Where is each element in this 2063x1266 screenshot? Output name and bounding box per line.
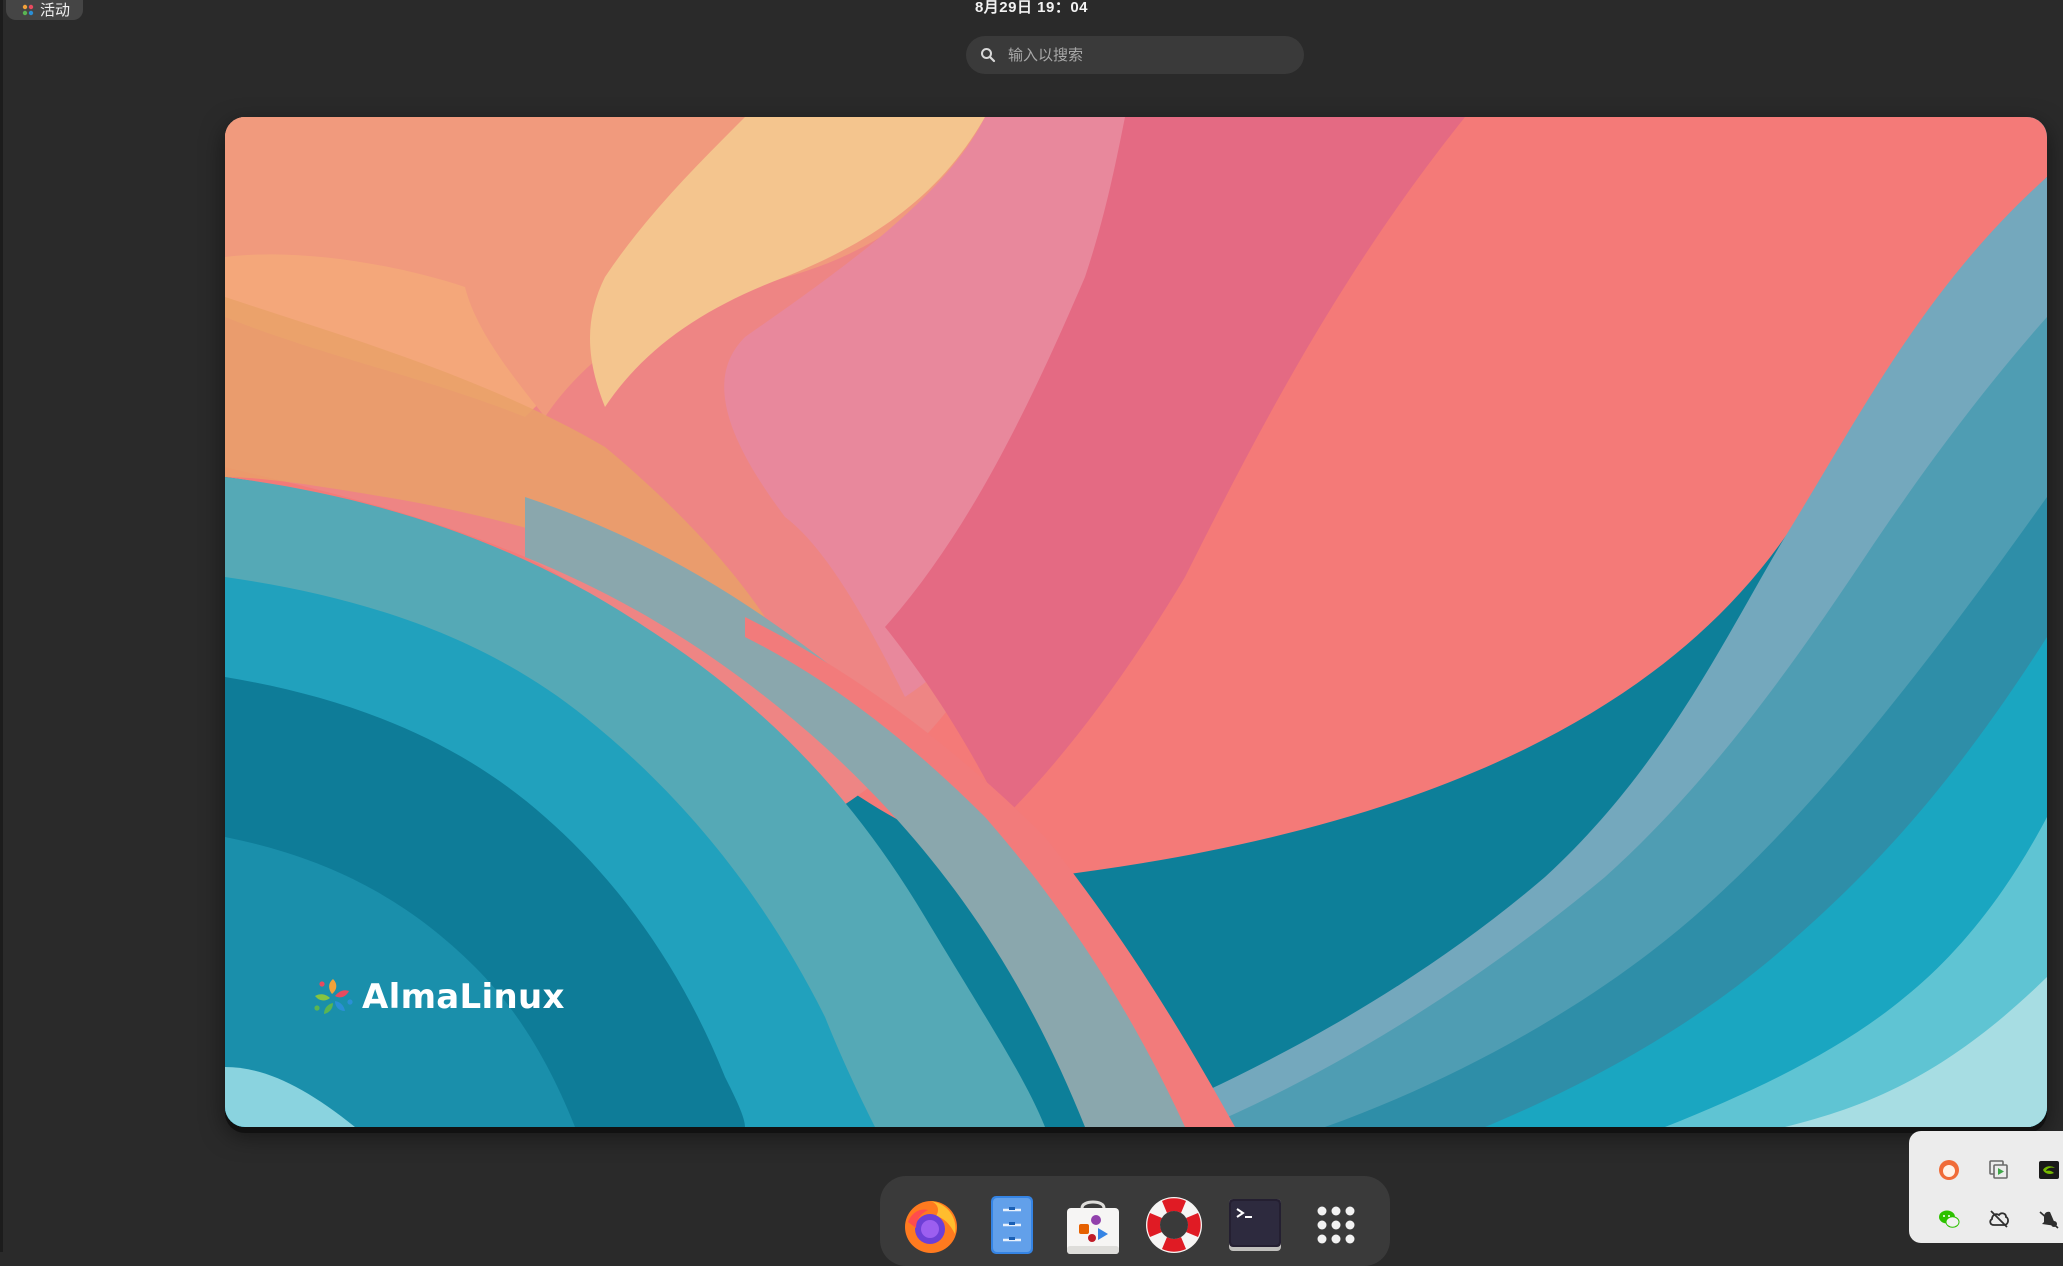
screen-edge [0, 0, 3, 1252]
cat-icon [1939, 1160, 1959, 1180]
top-bar: 活动 8月29日 19：04 [0, 0, 2063, 20]
workspace-thumbnail[interactable]: AlmaLinux [225, 117, 2047, 1127]
search-icon [981, 48, 996, 63]
dash-item-show-applications[interactable] [1305, 1194, 1367, 1256]
cloud-off-icon [1989, 1210, 2009, 1228]
help-lifebuoy-icon [1146, 1197, 1202, 1253]
tray-item-nvidia[interactable] [2037, 1158, 2061, 1182]
app-grid-icon [1317, 1206, 1355, 1244]
software-center-icon [1067, 1200, 1119, 1254]
dash-item-software[interactable] [1062, 1194, 1124, 1256]
files-icon [991, 1196, 1033, 1254]
search-box[interactable] [966, 36, 1304, 74]
nvidia-icon [2039, 1161, 2059, 1179]
dash-item-terminal[interactable] [1224, 1194, 1286, 1256]
clock[interactable]: 8月29日 19：04 [0, 0, 2063, 18]
almalinux-logo-icon [314, 979, 353, 1014]
tray-item-notifications[interactable] [2037, 1207, 2061, 1231]
almalinux-brand: AlmaLinux [310, 974, 565, 1020]
terminal-icon [1229, 1199, 1281, 1251]
firefox-icon [905, 1201, 957, 1253]
notification-mute-icon [2039, 1211, 2059, 1229]
dash-item-help[interactable] [1143, 1194, 1205, 1256]
copy-play-icon [1989, 1160, 2008, 1179]
tray-item-cloud[interactable] [1987, 1207, 2011, 1231]
system-tray-popup [1909, 1131, 2063, 1243]
dash-item-files[interactable] [981, 1194, 1043, 1256]
tray-item-copy-play[interactable] [1987, 1158, 2011, 1182]
search-input[interactable] [1006, 45, 1280, 65]
tray-item-wechat[interactable] [1937, 1207, 1961, 1231]
dash-item-firefox[interactable] [900, 1194, 962, 1256]
brand-text: AlmaLinux [362, 977, 565, 1017]
tray-item-cat[interactable] [1937, 1158, 1961, 1182]
dash [880, 1176, 1390, 1266]
wechat-icon [1939, 1210, 1960, 1228]
